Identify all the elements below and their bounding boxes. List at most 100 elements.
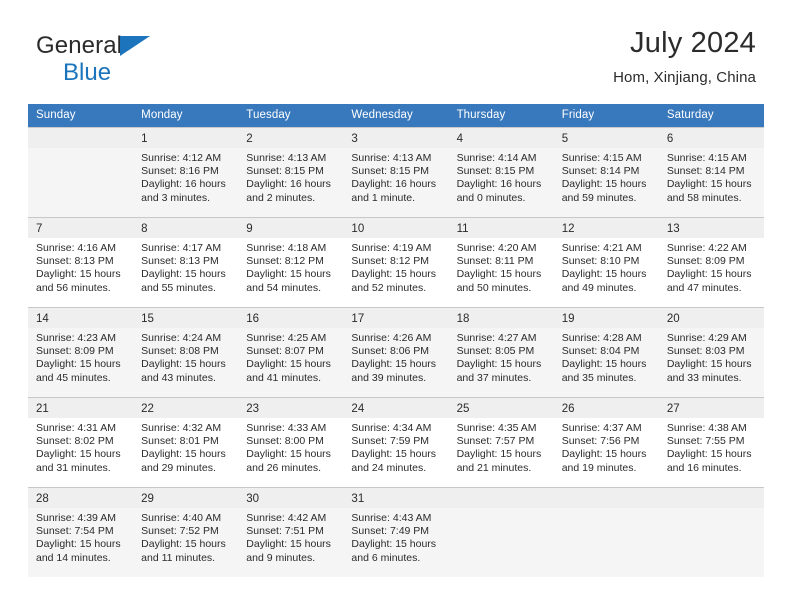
day-number: 7 — [28, 218, 134, 238]
calendar-cell-inner: 16 Sunrise: 4:25 AM Sunset: 8:07 PM Dayli… — [238, 307, 344, 397]
calendar-day-cell[interactable]: 21 Sunrise: 4:31 AM Sunset: 8:02 PM Dayli… — [28, 397, 134, 487]
calendar-cell-inner: 5 Sunrise: 4:15 AM Sunset: 8:14 PM Daylig… — [553, 127, 659, 217]
day-number — [658, 488, 764, 508]
calendar-day-cell[interactable]: 24 Sunrise: 4:34 AM Sunset: 7:59 PM Dayli… — [343, 397, 449, 487]
calendar-cell-inner — [658, 487, 764, 577]
calendar-cell-inner: 8 Sunrise: 4:17 AM Sunset: 8:13 PM Daylig… — [133, 217, 239, 307]
calendar-cell-inner — [448, 487, 554, 577]
calendar-day-cell[interactable]: 8 Sunrise: 4:17 AM Sunset: 8:13 PM Daylig… — [133, 217, 239, 307]
calendar-week-row: 7 Sunrise: 4:16 AM Sunset: 8:13 PM Daylig… — [28, 217, 764, 307]
day-number — [448, 488, 554, 508]
sun-times-info: Sunrise: 4:34 AM Sunset: 7:59 PM Dayligh… — [351, 422, 437, 474]
calendar-day-cell[interactable]: 4 Sunrise: 4:14 AM Sunset: 8:15 PM Daylig… — [448, 127, 554, 217]
calendar-day-cell[interactable]: 16 Sunrise: 4:25 AM Sunset: 8:07 PM Dayli… — [238, 307, 344, 397]
day-number — [553, 488, 659, 508]
calendar-cell-inner: 2 Sunrise: 4:13 AM Sunset: 8:15 PM Daylig… — [238, 127, 344, 217]
sun-times-info: Sunrise: 4:25 AM Sunset: 8:07 PM Dayligh… — [246, 332, 331, 384]
sun-times-info — [28, 148, 133, 152]
day-number: 2 — [238, 128, 344, 148]
calendar-cell-inner: 30 Sunrise: 4:42 AM Sunset: 7:51 PM Dayli… — [238, 487, 344, 577]
day-number: 1 — [133, 128, 239, 148]
calendar-day-cell[interactable]: 11 Sunrise: 4:20 AM Sunset: 8:11 PM Dayli… — [448, 217, 554, 307]
day-number: 22 — [133, 398, 239, 418]
day-number: 6 — [658, 128, 764, 148]
day-number: 18 — [448, 308, 554, 328]
calendar-day-cell[interactable]: 18 Sunrise: 4:27 AM Sunset: 8:05 PM Dayli… — [448, 307, 554, 397]
calendar-day-cell[interactable]: 26 Sunrise: 4:37 AM Sunset: 7:56 PM Dayli… — [553, 397, 659, 487]
page-title: July 2024 — [630, 27, 756, 59]
brand-logo[interactable]: General Blue — [36, 34, 150, 85]
calendar-cell-inner: 31 Sunrise: 4:43 AM Sunset: 7:49 PM Dayli… — [343, 487, 449, 577]
calendar-day-cell[interactable]: 3 Sunrise: 4:13 AM Sunset: 8:15 PM Daylig… — [343, 127, 449, 217]
calendar-day-cell[interactable]: 6 Sunrise: 4:15 AM Sunset: 8:14 PM Daylig… — [658, 127, 764, 217]
calendar-day-cell[interactable]: 15 Sunrise: 4:24 AM Sunset: 8:08 PM Dayli… — [133, 307, 239, 397]
calendar-cell-inner: 23 Sunrise: 4:33 AM Sunset: 8:00 PM Dayli… — [238, 397, 344, 487]
day-number: 17 — [343, 308, 449, 328]
day-number: 13 — [658, 218, 764, 238]
sun-times-info: Sunrise: 4:21 AM Sunset: 8:10 PM Dayligh… — [561, 242, 647, 294]
calendar-cell-inner: 27 Sunrise: 4:38 AM Sunset: 7:55 PM Dayli… — [658, 397, 764, 487]
sun-times-info: Sunrise: 4:18 AM Sunset: 8:12 PM Dayligh… — [246, 242, 331, 294]
calendar-day-cell[interactable]: 30 Sunrise: 4:42 AM Sunset: 7:51 PM Dayli… — [238, 487, 344, 577]
sun-times-info: Sunrise: 4:20 AM Sunset: 8:11 PM Dayligh… — [456, 242, 542, 294]
calendar-day-cell[interactable]: 9 Sunrise: 4:18 AM Sunset: 8:12 PM Daylig… — [238, 217, 344, 307]
calendar-day-cell[interactable]: 1 Sunrise: 4:12 AM Sunset: 8:16 PM Daylig… — [133, 127, 239, 217]
calendar-day-cell[interactable]: 29 Sunrise: 4:40 AM Sunset: 7:52 PM Dayli… — [133, 487, 239, 577]
calendar-day-cell[interactable]: 20 Sunrise: 4:29 AM Sunset: 8:03 PM Dayli… — [658, 307, 764, 397]
calendar-cell-inner: 20 Sunrise: 4:29 AM Sunset: 8:03 PM Dayli… — [658, 307, 764, 397]
calendar-cell-inner: 15 Sunrise: 4:24 AM Sunset: 8:08 PM Dayli… — [133, 307, 239, 397]
calendar-day-cell[interactable]: 27 Sunrise: 4:38 AM Sunset: 7:55 PM Dayli… — [658, 397, 764, 487]
calendar-day-cell[interactable]: 10 Sunrise: 4:19 AM Sunset: 8:12 PM Dayli… — [343, 217, 449, 307]
day-number: 26 — [553, 398, 659, 418]
calendar-cell-inner: 14 Sunrise: 4:23 AM Sunset: 8:09 PM Dayli… — [28, 307, 134, 397]
sun-times-info: Sunrise: 4:32 AM Sunset: 8:01 PM Dayligh… — [141, 422, 226, 474]
calendar-day-cell[interactable]: 5 Sunrise: 4:15 AM Sunset: 8:14 PM Daylig… — [553, 127, 659, 217]
page-header: General Blue July 2024 Hom, Xinjiang, Ch… — [0, 0, 792, 104]
calendar-cell-inner: 25 Sunrise: 4:35 AM Sunset: 7:57 PM Dayli… — [448, 397, 554, 487]
calendar-cell-inner: 1 Sunrise: 4:12 AM Sunset: 8:16 PM Daylig… — [133, 127, 239, 217]
calendar-cell-inner: 7 Sunrise: 4:16 AM Sunset: 8:13 PM Daylig… — [28, 217, 134, 307]
weekday-header-monday: Monday — [133, 104, 239, 127]
calendar-day-cell[interactable]: 17 Sunrise: 4:26 AM Sunset: 8:06 PM Dayli… — [343, 307, 449, 397]
calendar-day-cell[interactable]: 23 Sunrise: 4:33 AM Sunset: 8:00 PM Dayli… — [238, 397, 344, 487]
day-number: 16 — [238, 308, 344, 328]
sun-times-info: Sunrise: 4:15 AM Sunset: 8:14 PM Dayligh… — [666, 152, 752, 204]
calendar-day-cell[interactable]: 22 Sunrise: 4:32 AM Sunset: 8:01 PM Dayli… — [133, 397, 239, 487]
sun-times-info: Sunrise: 4:16 AM Sunset: 8:13 PM Dayligh… — [36, 242, 121, 294]
day-number: 20 — [658, 308, 764, 328]
calendar-day-cell[interactable]: 7 Sunrise: 4:16 AM Sunset: 8:13 PM Daylig… — [28, 217, 134, 307]
calendar-day-cell[interactable]: 31 Sunrise: 4:43 AM Sunset: 7:49 PM Dayli… — [343, 487, 449, 577]
sun-times-info: Sunrise: 4:27 AM Sunset: 8:05 PM Dayligh… — [456, 332, 542, 384]
calendar-cell-inner: 18 Sunrise: 4:27 AM Sunset: 8:05 PM Dayli… — [448, 307, 554, 397]
day-number: 14 — [28, 308, 134, 328]
calendar-day-cell[interactable]: 14 Sunrise: 4:23 AM Sunset: 8:09 PM Dayli… — [28, 307, 134, 397]
calendar-week-row: 28 Sunrise: 4:39 AM Sunset: 7:54 PM Dayli… — [28, 487, 764, 577]
calendar-cell-inner: 26 Sunrise: 4:37 AM Sunset: 7:56 PM Dayli… — [553, 397, 659, 487]
calendar-cell-inner: 11 Sunrise: 4:20 AM Sunset: 8:11 PM Dayli… — [448, 217, 554, 307]
day-number: 8 — [133, 218, 239, 238]
calendar-day-cell[interactable]: 25 Sunrise: 4:35 AM Sunset: 7:57 PM Dayli… — [448, 397, 554, 487]
day-number: 15 — [133, 308, 239, 328]
calendar-day-cell[interactable]: 13 Sunrise: 4:22 AM Sunset: 8:09 PM Dayli… — [658, 217, 764, 307]
sun-times-info: Sunrise: 4:39 AM Sunset: 7:54 PM Dayligh… — [36, 512, 121, 564]
calendar-day-cell[interactable]: 2 Sunrise: 4:13 AM Sunset: 8:15 PM Daylig… — [238, 127, 344, 217]
calendar-day-cell[interactable]: 12 Sunrise: 4:21 AM Sunset: 8:10 PM Dayli… — [553, 217, 659, 307]
sun-times-info: Sunrise: 4:14 AM Sunset: 8:15 PM Dayligh… — [456, 152, 542, 204]
calendar-day-cell[interactable]: 28 Sunrise: 4:39 AM Sunset: 7:54 PM Dayli… — [28, 487, 134, 577]
sun-times-info: Sunrise: 4:37 AM Sunset: 7:56 PM Dayligh… — [561, 422, 647, 474]
sun-times-info: Sunrise: 4:35 AM Sunset: 7:57 PM Dayligh… — [456, 422, 542, 474]
sun-times-info: Sunrise: 4:24 AM Sunset: 8:08 PM Dayligh… — [141, 332, 226, 384]
day-number — [28, 128, 134, 148]
sun-times-info — [449, 508, 554, 512]
calendar-cell-empty — [553, 487, 659, 577]
day-number: 12 — [553, 218, 659, 238]
calendar-cell-inner: 29 Sunrise: 4:40 AM Sunset: 7:52 PM Dayli… — [133, 487, 239, 577]
calendar-cell-inner — [553, 487, 659, 577]
calendar-cell-inner: 24 Sunrise: 4:34 AM Sunset: 7:59 PM Dayli… — [343, 397, 449, 487]
calendar-page: General Blue July 2024 Hom, Xinjiang, Ch… — [0, 0, 792, 612]
sun-times-info: Sunrise: 4:17 AM Sunset: 8:13 PM Dayligh… — [141, 242, 226, 294]
day-number: 27 — [658, 398, 764, 418]
sun-times-info: Sunrise: 4:15 AM Sunset: 8:14 PM Dayligh… — [561, 152, 647, 204]
calendar-day-cell[interactable]: 19 Sunrise: 4:28 AM Sunset: 8:04 PM Dayli… — [553, 307, 659, 397]
sun-times-info: Sunrise: 4:42 AM Sunset: 7:51 PM Dayligh… — [246, 512, 331, 564]
